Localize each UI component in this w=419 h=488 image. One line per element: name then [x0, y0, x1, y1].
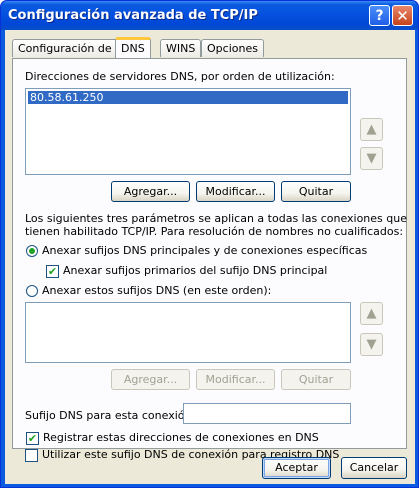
connection-suffix-input[interactable] [183, 403, 351, 424]
radio-append-primary-label[interactable]: Anexar sufijos DNS principales y de cone… [42, 244, 367, 257]
ok-button[interactable]: Aceptar [262, 457, 331, 479]
radio-append-these[interactable] [26, 285, 38, 297]
checkbox-use-suffix[interactable] [25, 449, 38, 462]
arrow-down-icon[interactable]: ▼ [360, 147, 383, 170]
remove-server-button[interactable]: Quitar [281, 181, 351, 202]
arrow-down-icon: ▼ [360, 333, 383, 356]
checkbox-append-parent-label[interactable]: Anexar sufijos primarios del sufijo DNS … [63, 264, 327, 277]
cancel-button[interactable]: Cancelar [341, 457, 407, 479]
dialog-window: Configuración avanzada de TCP/IP ? ✕ Con… [0, 0, 419, 488]
tab-dns[interactable]: DNS [115, 37, 151, 58]
radio-append-primary[interactable] [26, 245, 38, 257]
checkbox-append-parent[interactable]: ✔ [46, 265, 59, 278]
arrow-up-icon[interactable]: ▲ [360, 118, 383, 141]
tab-wins[interactable]: WINS [160, 39, 202, 57]
dns-tab-panel: Direcciones de servidores DNS, por orden… [12, 58, 407, 449]
radio-append-these-label[interactable]: Anexar estos sufijos DNS (en este orden)… [42, 284, 271, 297]
dns-servers-label: Direcciones de servidores DNS, por orden… [25, 70, 335, 83]
add-suffix-button: Agregar... [111, 369, 190, 390]
remove-suffix-button: Quitar [281, 369, 351, 390]
tab-options[interactable]: Opciones [201, 39, 264, 57]
title-bar[interactable]: Configuración avanzada de TCP/IP ? ✕ [1, 1, 418, 30]
help-button[interactable]: ? [369, 5, 390, 26]
edit-server-button[interactable]: Modificar... [196, 181, 275, 202]
tab-ip-settings[interactable]: Configuración de IP [12, 39, 131, 57]
checkbox-register-addresses-label[interactable]: Registrar estas direcciones de conexione… [43, 431, 319, 444]
close-button[interactable]: ✕ [392, 5, 413, 26]
window-title: Configuración avanzada de TCP/IP [8, 8, 258, 23]
dns-servers-list[interactable]: 80.58.61.250 [25, 88, 351, 175]
info-text-line-1: Los siguientes tres parámetros se aplica… [25, 212, 407, 225]
arrow-up-icon: ▲ [360, 302, 383, 325]
edit-suffix-button: Modificar... [196, 369, 275, 390]
checkbox-register-addresses[interactable]: ✔ [26, 432, 39, 445]
list-item[interactable]: 80.58.61.250 [28, 91, 348, 104]
connection-suffix-label: Sufijo DNS para esta conexión: [25, 409, 196, 422]
dialog-client: Configuración de IP DNS WINS Opciones Di… [5, 30, 415, 484]
info-text-line-2: tienen habilitado TCP/IP. Para resolució… [25, 225, 404, 238]
radio-dot [29, 248, 35, 254]
add-server-button[interactable]: Agregar... [111, 181, 190, 202]
dns-suffix-list[interactable] [25, 302, 351, 363]
